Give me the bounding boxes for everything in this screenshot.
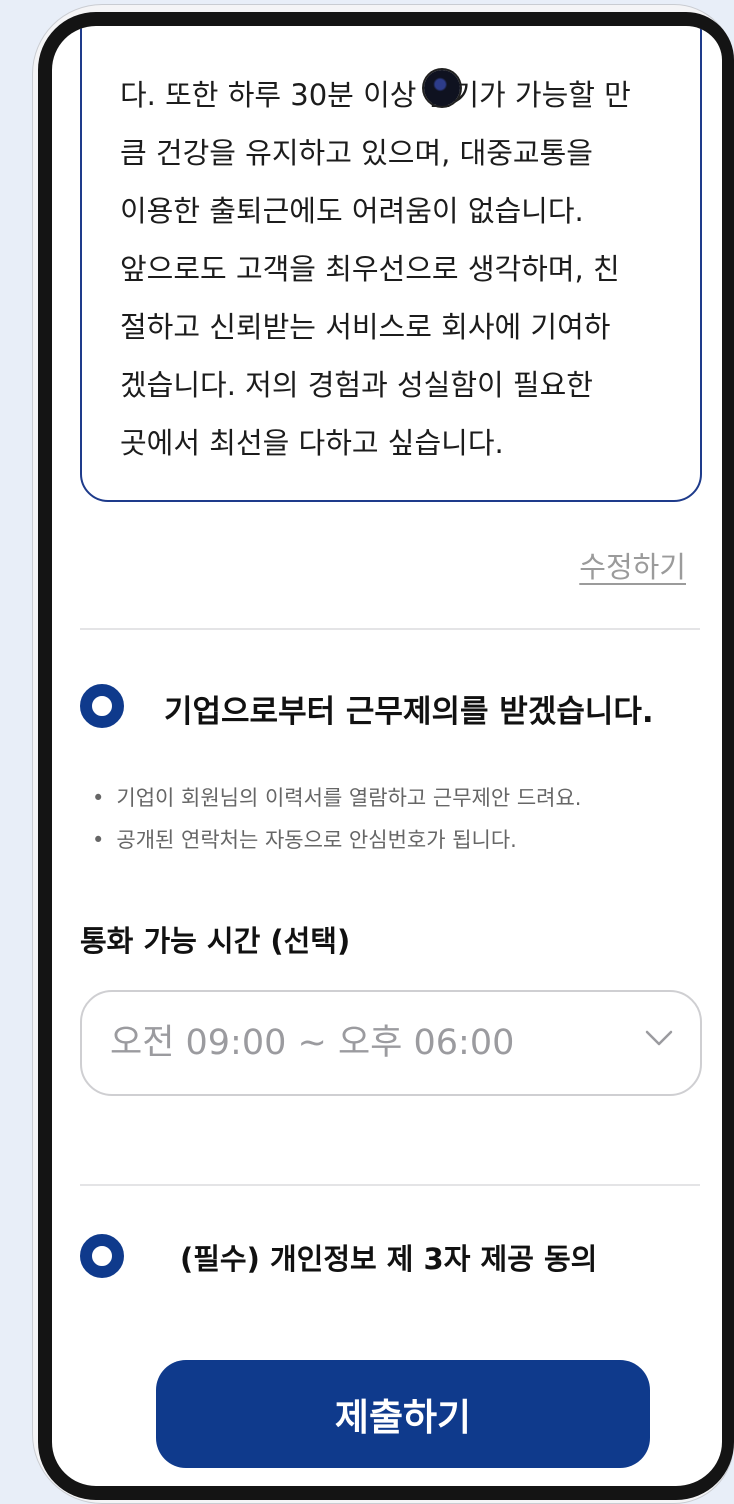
intro-line: 다. 또한 하루 30분 이상 걷기가 가능할 만 <box>120 78 631 112</box>
privacy-consent-radio[interactable] <box>80 1234 124 1278</box>
intro-line: 앞으로도 고객을 최우선으로 생각하며, 친 <box>120 252 620 286</box>
intro-line: 큼 건강을 유지하고 있으며, 대중교통을 <box>120 136 593 170</box>
submit-button[interactable]: 제출하기 <box>156 1360 650 1468</box>
call-time-value: 오전 09:00 ~ 오후 06:00 <box>110 1023 515 1063</box>
job-offer-label[interactable]: 기업으로부터 근무제의를 받겠습니다. <box>164 686 654 731</box>
privacy-consent-label[interactable]: (필수) 개인정보 제 3자 제공 동의 <box>180 1236 597 1278</box>
front-camera-icon <box>424 70 460 106</box>
job-offer-radio[interactable] <box>80 684 124 728</box>
intro-line: 절하고 신뢰받는 서비스로 회사에 기여하 <box>120 310 611 344</box>
call-time-select[interactable]: 오전 09:00 ~ 오후 06:00 <box>80 990 702 1096</box>
intro-line: 이용한 출퇴근에도 어려움이 없습니다. <box>120 194 584 228</box>
job-offer-note: 공개된 연락처는 자동으로 안심번호가 됩니다. <box>92 824 516 854</box>
call-time-label: 통화 가능 시간 (선택) <box>80 924 351 958</box>
intro-line: 곳에서 최선을 다하고 싶습니다. <box>120 426 504 460</box>
intro-line: 겠습니다. 저의 경험과 성실함이 필요한 <box>120 368 593 402</box>
divider <box>80 1184 700 1186</box>
app-screen: 다. 또한 하루 30분 이상 걷기가 가능할 만 큼 건강을 유지하고 있으며… <box>38 12 734 1500</box>
self-introduction-textarea[interactable]: 다. 또한 하루 30분 이상 걷기가 가능할 만 큼 건강을 유지하고 있으며… <box>80 26 702 502</box>
job-offer-note: 기업이 회원님의 이력서를 열람하고 근무제안 드려요. <box>92 782 581 812</box>
chevron-down-icon <box>645 1030 673 1046</box>
edit-link[interactable]: 수정하기 <box>579 544 686 586</box>
divider <box>80 628 700 630</box>
